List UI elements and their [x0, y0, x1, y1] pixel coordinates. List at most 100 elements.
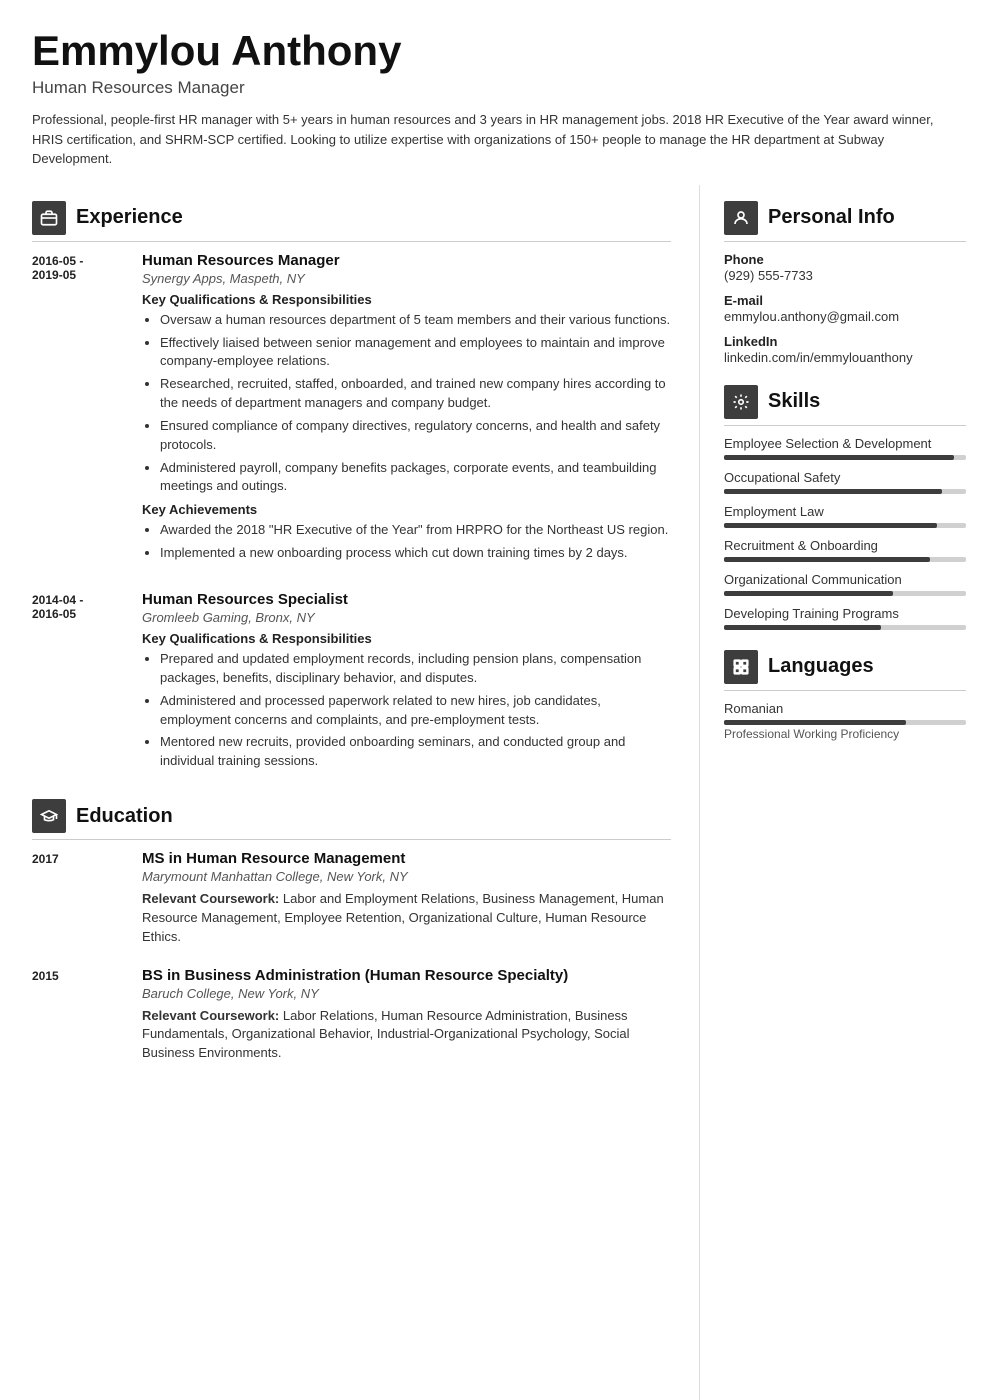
- education-header: Education: [32, 799, 671, 840]
- skill-label-3: Recruitment & Onboarding: [724, 538, 966, 553]
- edu2-coursework-label: Relevant Coursework:: [142, 1008, 279, 1023]
- email-item: E-mail emmylou.anthony@gmail.com: [724, 293, 966, 324]
- lang-name-0: Romanian: [724, 701, 966, 716]
- skill-label-2: Employment Law: [724, 504, 966, 519]
- side-column: Personal Info Phone (929) 555-7733 E-mai…: [700, 185, 990, 1400]
- list-item: Ensured compliance of company directives…: [160, 417, 671, 455]
- skill-label-1: Occupational Safety: [724, 470, 966, 485]
- job2-qualifications: Prepared and updated employment records,…: [142, 650, 671, 771]
- email-value: emmylou.anthony@gmail.com: [724, 309, 966, 324]
- personal-info-icon: [724, 201, 758, 235]
- skills-icon: [724, 385, 758, 419]
- list-item: Administered and processed paperwork rel…: [160, 692, 671, 730]
- job1-ach-heading: Key Achievements: [142, 502, 671, 517]
- languages-section: Languages Romanian Professional Working …: [724, 650, 966, 741]
- education-section: Education 2017 MS in Human Resource Mana…: [32, 799, 671, 1063]
- languages-icon: [724, 650, 758, 684]
- job1-content: Human Resources Manager Synergy Apps, Ma…: [142, 252, 671, 567]
- skill-bar-fill-3: [724, 557, 930, 562]
- skill-bar-bg-3: [724, 557, 966, 562]
- main-column: Experience 2016-05 - 2019-05 Human Resou…: [0, 185, 700, 1400]
- skill-label-0: Employee Selection & Development: [724, 436, 966, 451]
- linkedin-label: LinkedIn: [724, 334, 966, 349]
- edu-entry-2: 2015 BS in Business Administration (Huma…: [32, 967, 671, 1064]
- skill-label-5: Developing Training Programs: [724, 606, 966, 621]
- job2-date: 2014-04 - 2016-05: [32, 591, 142, 775]
- edu2-coursework: Relevant Coursework: Labor Relations, Hu…: [142, 1007, 671, 1064]
- experience-entry-2: 2014-04 - 2016-05 Human Resources Specia…: [32, 591, 671, 775]
- personal-info-label: Personal Info: [768, 206, 895, 229]
- experience-icon: [32, 201, 66, 235]
- job1-title: Human Resources Manager: [142, 252, 671, 269]
- personal-info-section: Personal Info Phone (929) 555-7733 E-mai…: [724, 201, 966, 365]
- edu2-school: Baruch College, New York, NY: [142, 986, 671, 1001]
- linkedin-item: LinkedIn linkedin.com/in/emmylouanthony: [724, 334, 966, 365]
- job1-company: Synergy Apps, Maspeth, NY: [142, 271, 671, 286]
- languages-header: Languages: [724, 650, 966, 691]
- skill-item-0: Employee Selection & Development: [724, 436, 966, 460]
- header-section: Emmylou Anthony Human Resources Manager …: [0, 0, 990, 185]
- phone-label: Phone: [724, 252, 966, 267]
- candidate-name: Emmylou Anthony: [32, 28, 958, 74]
- skill-item-4: Organizational Communication: [724, 572, 966, 596]
- job2-qual-heading: Key Qualifications & Responsibilities: [142, 631, 671, 646]
- edu1-year: 2017: [32, 850, 142, 947]
- email-label: E-mail: [724, 293, 966, 308]
- skills-label: Skills: [768, 390, 820, 413]
- edu-entry-1: 2017 MS in Human Resource Management Mar…: [32, 850, 671, 947]
- skill-bar-fill-0: [724, 455, 954, 460]
- lang-bar-bg-0: [724, 720, 966, 725]
- edu1-coursework-label: Relevant Coursework:: [142, 891, 279, 906]
- lang-bar-fill-0: [724, 720, 906, 725]
- edu1-coursework: Relevant Coursework: Labor and Employmen…: [142, 890, 671, 947]
- phone-item: Phone (929) 555-7733: [724, 252, 966, 283]
- skills-header: Skills: [724, 385, 966, 426]
- linkedin-value: linkedin.com/in/emmylouanthony: [724, 350, 966, 365]
- job2-title: Human Resources Specialist: [142, 591, 671, 608]
- list-item: Awarded the 2018 "HR Executive of the Ye…: [160, 521, 671, 540]
- skill-bar-fill-2: [724, 523, 937, 528]
- education-icon: [32, 799, 66, 833]
- skill-item-1: Occupational Safety: [724, 470, 966, 494]
- lang-proficiency-0: Professional Working Proficiency: [724, 727, 966, 741]
- skill-bar-fill-4: [724, 591, 893, 596]
- job1-achievements: Awarded the 2018 "HR Executive of the Ye…: [142, 521, 671, 563]
- job1-qual-heading: Key Qualifications & Responsibilities: [142, 292, 671, 307]
- skill-bar-fill-5: [724, 625, 881, 630]
- phone-value: (929) 555-7733: [724, 268, 966, 283]
- edu2-degree: BS in Business Administration (Human Res…: [142, 967, 671, 984]
- candidate-title: Human Resources Manager: [32, 78, 958, 98]
- skill-bar-bg-4: [724, 591, 966, 596]
- experience-entry-1: 2016-05 - 2019-05 Human Resources Manage…: [32, 252, 671, 567]
- edu2-content: BS in Business Administration (Human Res…: [142, 967, 671, 1064]
- job1-date: 2016-05 - 2019-05: [32, 252, 142, 567]
- skill-item-3: Recruitment & Onboarding: [724, 538, 966, 562]
- list-item: Implemented a new onboarding process whi…: [160, 544, 671, 563]
- skill-bar-fill-1: [724, 489, 942, 494]
- skill-label-4: Organizational Communication: [724, 572, 966, 587]
- edu2-year: 2015: [32, 967, 142, 1064]
- list-item: Effectively liaised between senior manag…: [160, 334, 671, 372]
- edu1-school: Marymount Manhattan College, New York, N…: [142, 869, 671, 884]
- experience-section: Experience 2016-05 - 2019-05 Human Resou…: [32, 201, 671, 775]
- skill-item-2: Employment Law: [724, 504, 966, 528]
- list-item: Oversaw a human resources department of …: [160, 311, 671, 330]
- candidate-summary: Professional, people-first HR manager wi…: [32, 110, 958, 169]
- content-area: Experience 2016-05 - 2019-05 Human Resou…: [0, 185, 990, 1400]
- personal-info-header: Personal Info: [724, 201, 966, 242]
- skills-section: Skills Employee Selection & Development …: [724, 385, 966, 630]
- education-label: Education: [76, 805, 173, 828]
- experience-header: Experience: [32, 201, 671, 242]
- skill-items-container: Employee Selection & Development Occupat…: [724, 436, 966, 630]
- language-item-0: Romanian Professional Working Proficienc…: [724, 701, 966, 741]
- edu1-content: MS in Human Resource Management Marymoun…: [142, 850, 671, 947]
- resume-wrapper: Emmylou Anthony Human Resources Manager …: [0, 0, 990, 1400]
- experience-label: Experience: [76, 206, 183, 229]
- list-item: Researched, recruited, staffed, onboarde…: [160, 375, 671, 413]
- list-item: Mentored new recruits, provided onboardi…: [160, 733, 671, 771]
- skill-bar-bg-2: [724, 523, 966, 528]
- job1-qualifications: Oversaw a human resources department of …: [142, 311, 671, 497]
- skill-item-5: Developing Training Programs: [724, 606, 966, 630]
- language-items-container: Romanian Professional Working Proficienc…: [724, 701, 966, 741]
- skill-bar-bg-1: [724, 489, 966, 494]
